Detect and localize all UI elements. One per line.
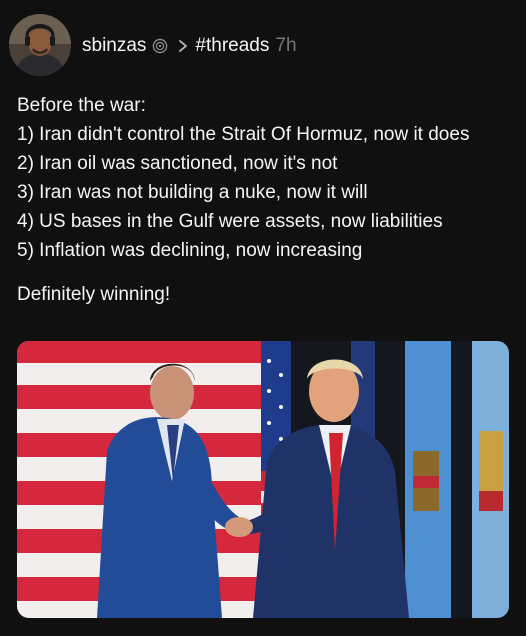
list-item: 3) Iran was not building a nuke, now it … (17, 182, 368, 203)
post-timestamp: 7h (275, 35, 297, 56)
thread-post: sbinzas #threads 7h Before the war: 1) I… (0, 0, 526, 636)
list-item: 4) US bases in the Gulf were assets, now… (17, 211, 443, 232)
chevron-right-icon (177, 39, 189, 53)
list-item: 1) Iran didn't control the Strait Of Hor… (17, 124, 470, 145)
post-body: Before the war: 1) Iran didn't control t… (17, 91, 517, 309)
topic-tag[interactable]: #threads (195, 35, 269, 57)
author-username[interactable]: sbinzas (82, 35, 146, 57)
post-header: sbinzas #threads 7h (82, 33, 297, 59)
list-item: 2) Iran oil was sanctioned, now it's not (17, 153, 338, 174)
handshake-photo-image (17, 341, 509, 618)
threads-badge-icon (152, 38, 168, 54)
post-closing: Definitely winning! (17, 284, 171, 305)
post-intro: Before the war: (17, 95, 146, 116)
author-avatar[interactable] (9, 14, 71, 76)
person-avatar-icon (9, 14, 71, 76)
post-image[interactable] (17, 341, 509, 618)
list-item: 5) Inflation was declining, now increasi… (17, 240, 363, 261)
